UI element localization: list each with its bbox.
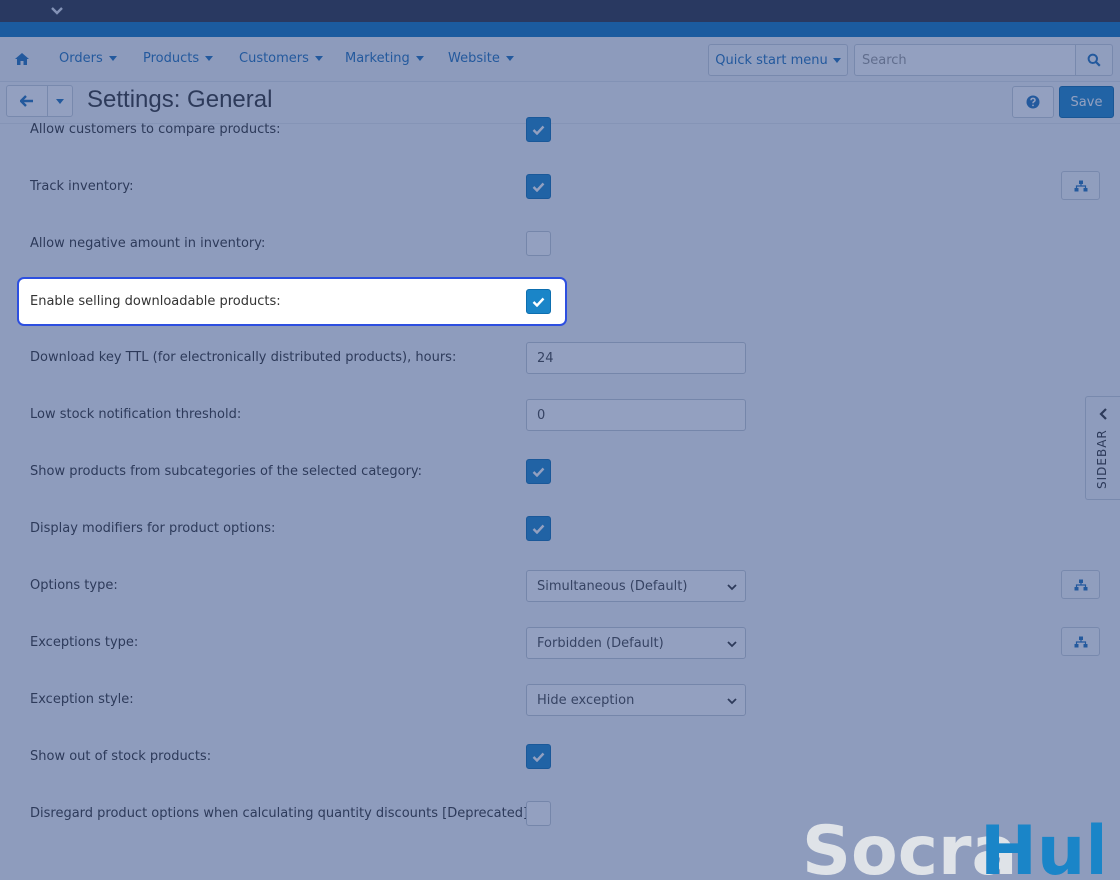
nav-item-customers[interactable]: Customers [239, 51, 323, 66]
setting-label: Track inventory: [30, 179, 134, 194]
page-header: Settings: General Save [0, 82, 1120, 124]
setting-label: Allow negative amount in inventory: [30, 236, 266, 251]
setting-checkbox[interactable] [526, 174, 551, 199]
setting-checkbox[interactable] [526, 117, 551, 142]
setting-label: Exceptions type: [30, 635, 139, 650]
setting-label: Exception style: [30, 692, 134, 707]
caret-down-icon [56, 98, 64, 104]
top-strip [0, 0, 1120, 22]
caret-down-icon [505, 56, 514, 61]
setting-label: Allow customers to compare products: [30, 122, 281, 137]
setting-label: Disregard product options when calculati… [30, 806, 533, 821]
nav-item-website[interactable]: Website [448, 51, 514, 66]
exception-style-select[interactable]: Hide exception [526, 684, 746, 716]
search-icon [1087, 53, 1101, 67]
socrahub-logo: Socra Hub [802, 812, 1102, 880]
caret-down-icon [415, 56, 424, 61]
logo-text-b: Hub [980, 812, 1102, 880]
exceptions-type-select[interactable]: Forbidden (Default) [526, 627, 746, 659]
setting-label: Download key TTL (for electronically dis… [30, 350, 457, 365]
nav-item-products[interactable]: Products [143, 51, 214, 66]
check-icon [532, 524, 545, 534]
low-stock-threshold-input[interactable]: 0 [526, 399, 746, 431]
search-input[interactable] [854, 44, 1076, 76]
caret-down-icon [205, 56, 214, 61]
highlighted-setting-row: Enable selling downloadable products: [17, 277, 567, 326]
chevron-down-icon[interactable] [50, 4, 64, 18]
storefront-settings-button[interactable] [1061, 570, 1100, 599]
page-title: Settings: General [87, 86, 273, 113]
setting-checkbox[interactable] [526, 744, 551, 769]
sitemap-icon [1074, 636, 1087, 647]
options-type-select[interactable]: Simultaneous (Default) [526, 570, 746, 602]
setting-label: Enable selling downloadable products: [30, 294, 281, 309]
setting-checkbox[interactable] [526, 459, 551, 484]
enable-downloadable-checkbox[interactable] [526, 289, 551, 314]
arrow-left-icon [20, 95, 33, 107]
chevron-down-icon [727, 584, 737, 591]
setting-checkbox[interactable] [526, 231, 551, 256]
chevron-down-icon [727, 641, 737, 648]
check-icon [532, 297, 545, 307]
setting-label: Display modifiers for product options: [30, 521, 276, 536]
setting-label: Options type: [30, 578, 118, 593]
nav-item-orders[interactable]: Orders [59, 51, 117, 66]
setting-label: Low stock notification threshold: [30, 407, 242, 422]
chevron-down-icon [727, 698, 737, 705]
back-button[interactable] [6, 85, 48, 117]
check-icon [532, 467, 545, 477]
quick-start-menu-button[interactable]: Quick start menu [708, 44, 848, 76]
question-circle-icon [1026, 95, 1040, 109]
setting-label: Show products from subcategories of the … [30, 464, 423, 479]
accent-bar [0, 22, 1120, 37]
nav-item-marketing[interactable]: Marketing [345, 51, 424, 66]
main-nav: Orders Products Customers Marketing Webs… [0, 37, 1120, 82]
home-icon[interactable] [14, 51, 30, 67]
setting-label: Show out of stock products: [30, 749, 212, 764]
setting-checkbox[interactable] [526, 516, 551, 541]
storefront-settings-button[interactable] [1061, 171, 1100, 200]
history-dropdown-button[interactable] [47, 85, 73, 117]
save-button[interactable]: Save [1059, 86, 1114, 118]
chevron-left-icon [1099, 408, 1107, 420]
check-icon [532, 752, 545, 762]
sitemap-icon [1074, 579, 1087, 590]
sitemap-icon [1074, 180, 1087, 191]
caret-down-icon [108, 56, 117, 61]
check-icon [532, 182, 545, 192]
check-icon [532, 125, 545, 135]
caret-down-icon [832, 57, 841, 63]
caret-down-icon [314, 56, 323, 61]
storefront-settings-button[interactable] [1061, 627, 1100, 656]
sidebar-label: SIDEBAR [1095, 429, 1109, 489]
search-button[interactable] [1075, 44, 1113, 76]
download-key-ttl-input[interactable]: 24 [526, 342, 746, 374]
setting-checkbox[interactable] [526, 801, 551, 826]
help-button[interactable] [1012, 86, 1054, 118]
sidebar-toggle[interactable]: SIDEBAR [1085, 396, 1120, 500]
